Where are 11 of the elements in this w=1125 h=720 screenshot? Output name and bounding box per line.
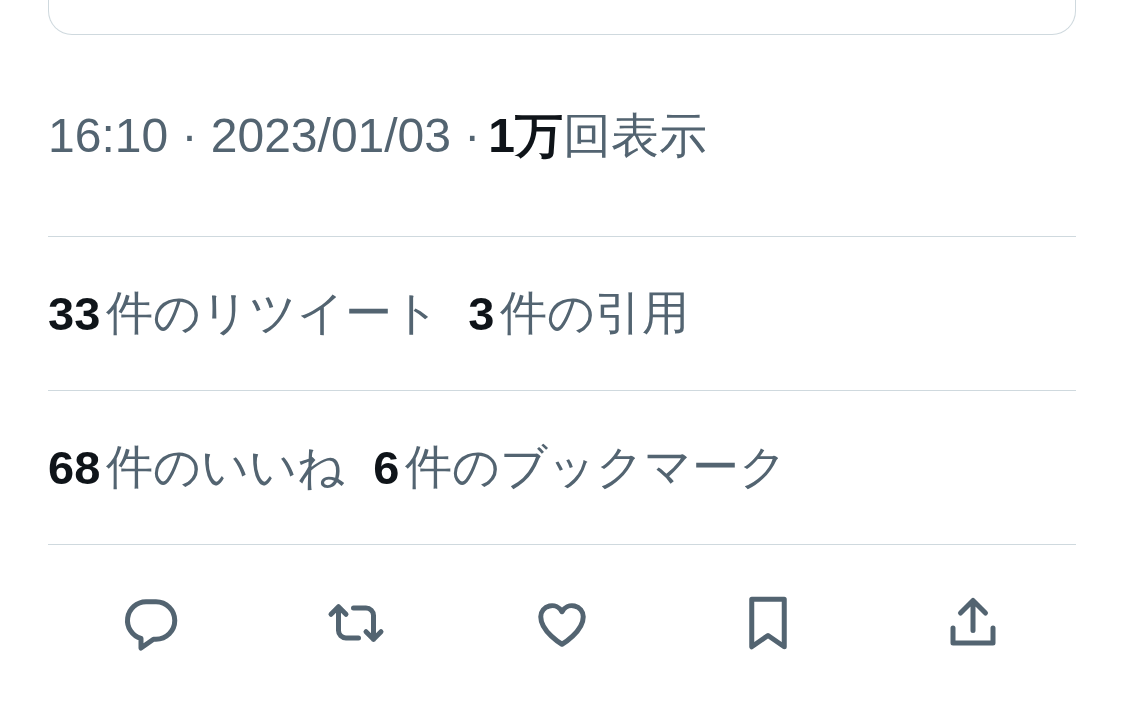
stat-label: 件のいいね (106, 439, 346, 495)
stat-count: 33 (48, 286, 101, 341)
stat-label: 件の引用 (500, 285, 690, 341)
view-label: 回表示 (563, 107, 708, 164)
view-count: 1万 (488, 107, 564, 164)
tweet-timestamp: 16:10 · 2023/01/03 · (48, 108, 481, 163)
stat-label: 件のブックマーク (405, 439, 788, 495)
stat-count: 3 (468, 286, 495, 341)
stat-label: 件のリツイート (106, 285, 441, 341)
stat-count: 68 (48, 440, 101, 495)
stat-count: 6 (373, 440, 400, 495)
